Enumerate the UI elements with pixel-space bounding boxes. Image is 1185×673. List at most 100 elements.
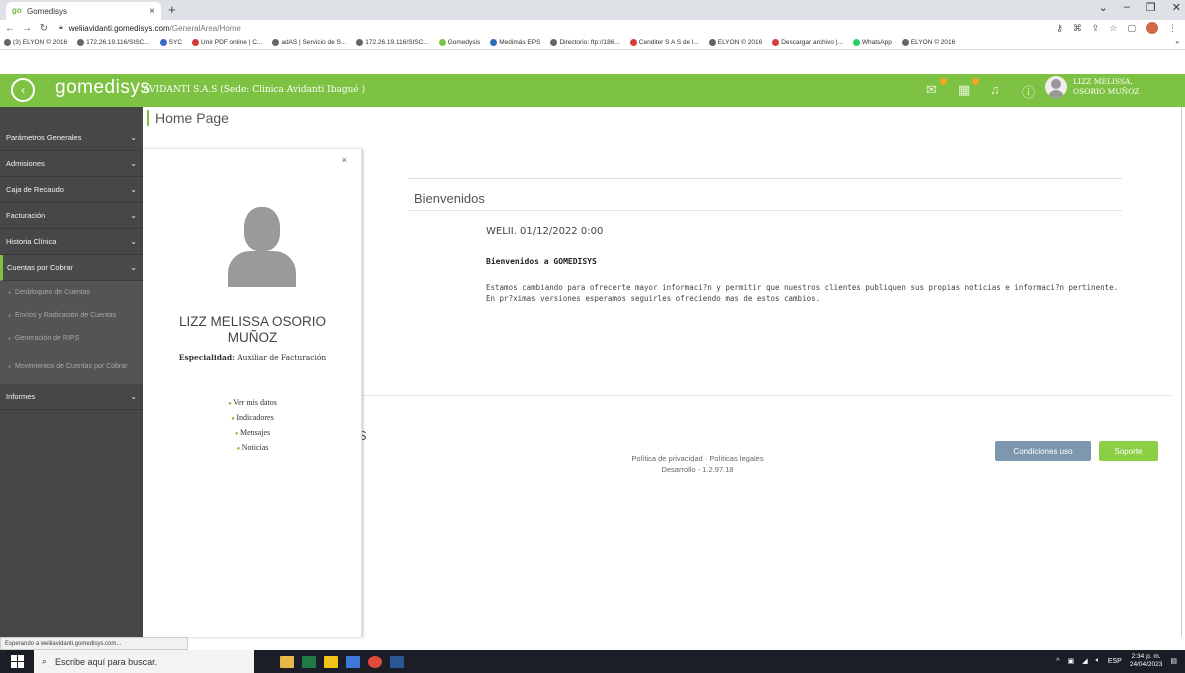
link-noticias[interactable]: ● Noticias [143,441,362,456]
link-mensajes[interactable]: ● Mensajes [143,426,362,441]
link-ver-mis-datos[interactable]: ● Ver mis datos [143,396,362,411]
bookmark-item[interactable]: WhatsApp [852,39,892,46]
browser-tab[interactable]: go Gomedisys × [6,2,161,20]
link-indicadores[interactable]: ● Indicadores [143,411,362,426]
sidebar-item-historia[interactable]: Historia Clínica ⌄ [0,229,143,255]
forward-arrow-icon[interactable]: → [20,23,34,34]
bookmark-item[interactable]: Directorio: ftp://186... [550,39,620,46]
window-controls: ⌄ – ❐ ✕ [1099,1,1181,14]
footer-links: Política de privacidad · Políticas legal… [560,453,835,475]
sidebar-item-parametros[interactable]: Parámetros Generales ⌄ [0,125,143,151]
sticky-notes-icon[interactable] [324,655,338,668]
page-title-wrap: Home Page [147,110,229,126]
policy-links[interactable]: Política de privacidad · Políticas legal… [560,453,835,464]
mail-icon[interactable]: ✉ [926,78,947,98]
file-explorer-icon[interactable] [280,655,294,668]
share-icon[interactable]: ⇪ [1092,23,1100,34]
excel-icon[interactable] [302,655,316,668]
key-icon[interactable]: ⚷ [1056,23,1063,34]
sidebar-item-caja[interactable]: Caja de Recaudo ⌄ [0,177,143,203]
sidebar-item-informes[interactable]: Informes ⌄ [0,384,143,410]
notifications-icon[interactable]: ▤ [1170,657,1177,665]
conditions-button[interactable]: Condiciones uso [995,441,1091,461]
support-button[interactable]: Soporte [1099,441,1158,461]
network-icon[interactable]: ▣ [1068,657,1075,665]
chrome-icon[interactable] [368,655,382,668]
windows-start-icon[interactable] [0,650,34,673]
word-icon[interactable] [390,655,404,668]
taskbar: ⌕ Escribe aquí para buscar. ^ ▣ ◢ 🔈︎ ESP… [0,650,1185,673]
help-icon[interactable]: ⓘ [1022,82,1040,100]
globe-icon [77,39,85,46]
translate-icon[interactable]: ⌘ [1073,23,1082,34]
profile-links: ● Ver mis datos ● Indicadores ● Mensajes… [143,396,362,456]
minimize-icon[interactable]: – [1124,1,1130,14]
divider [362,395,1172,396]
bookmark-item[interactable]: adAS | Servicio de S... [272,39,346,46]
scrollbar-edge [1181,107,1182,637]
back-circle-icon[interactable]: ‹ [11,78,35,102]
menu-kebab-icon[interactable]: ⋮ [1168,23,1177,34]
bookmark-item[interactable]: SYC [159,39,182,46]
bookmark-item[interactable]: Medimás EPS [490,39,540,46]
sidebar-subitem-envios[interactable]: ● Envíos y Radicación de Cuentas [0,304,143,327]
globe-icon [708,39,716,46]
back-arrow-icon[interactable]: ← [3,23,17,34]
bell-icon[interactable]: ♫ [990,82,1008,98]
volume-icon[interactable]: 🔈︎ [1096,657,1100,665]
divider [408,178,1122,179]
star-icon[interactable]: ☆ [1109,23,1117,34]
chevron-down-icon: ⌄ [130,159,137,168]
bookmark-item[interactable]: (3) ELYON © 2016 [4,39,67,46]
profile-avatar-icon[interactable] [1146,22,1158,34]
bookmark-item[interactable]: ELYON © 2016 [901,39,955,46]
sidebar-item-cuentas[interactable]: Cuentas por Cobrar ⌄ [0,255,143,281]
bookmark-item[interactable]: Descargar archivo |... [772,39,843,46]
page-title: Home Page [155,110,229,126]
bookmark-item[interactable]: Cenditer S A S de l... [629,39,699,46]
sidebar-item-admisiones[interactable]: Admisiones ⌄ [0,151,143,177]
wifi-icon[interactable]: ◢ [1082,657,1087,665]
url-field[interactable]: 🔒︎ weliiavidanti.gomedisys.com/GeneralAr… [59,24,241,33]
bookmark-item[interactable]: 172.26.19.116/SISC... [356,39,429,46]
bookmark-icon [438,39,446,46]
address-bar: ← → ↻ 🔒︎ weliiavidanti.gomedisys.com/Gen… [0,20,1185,36]
chevron-up-icon[interactable]: ^ [1056,658,1059,665]
user-menu[interactable]: LIZZ MELISSA, OSORIO MUÑOZ [1045,76,1140,98]
window-close-icon[interactable]: ✕ [1172,1,1181,14]
gomedisys-logo[interactable]: gomedisys [55,77,150,99]
bookmark-item[interactable]: Unir PDF online | C... [192,39,262,46]
bookmark-item[interactable]: 172.26.19.116/SISC... [77,39,150,46]
task-view-icon[interactable] [346,655,360,668]
whatsapp-icon [852,39,860,46]
new-tab-button[interactable]: + [168,2,176,17]
reload-icon[interactable]: ↻ [37,23,51,34]
globe-icon [272,39,280,46]
sidebar-subitem-desbloqueo[interactable]: ● Desbloqueo de Cuentas [0,281,143,304]
language-indicator[interactable]: ESP [1108,658,1122,665]
close-icon[interactable]: × [342,155,347,165]
sidebar-submenu: ● Desbloqueo de Cuentas ● Envíos y Radicac… [0,281,143,384]
search-placeholder: Escribe aquí para buscar. [55,656,158,667]
calendar-icon[interactable]: ▦ [958,78,979,98]
sidebar-subitem-rips[interactable]: ● Generación de RIPS [0,327,143,350]
browser-tab-bar: go Gomedisys × + ⌄ – ❐ ✕ [0,0,1185,20]
taskbar-search[interactable]: ⌕ Escribe aquí para buscar. [34,650,254,673]
bookmarks-overflow[interactable]: » [1175,39,1185,46]
chevron-down-icon: ⌄ [130,392,137,401]
sidebar-subitem-movimientos[interactable]: ● Movimientos de Cuentas por Cobrar [0,350,143,384]
bookmark-item[interactable]: Gomedysis [438,39,480,46]
maximize-icon[interactable]: ❐ [1146,1,1156,14]
bullet-icon: ● [8,312,12,319]
profile-specialty: Especialidad: Auxiliar de Facturación [178,353,327,362]
tab-close-icon[interactable]: × [149,6,155,17]
sidebar-item-facturacion[interactable]: Facturación ⌄ [0,203,143,229]
bullet-icon: ● [8,289,12,296]
chevron-down-icon: ⌄ [130,263,137,272]
clock[interactable]: 2:34 p. m. 24/04/2023 [1130,653,1163,669]
profile-name: LIZZ MELISSA OSORIO MUÑOZ [178,314,327,345]
sidepanel-icon[interactable]: ▢ [1127,23,1136,34]
bookmark-item[interactable]: ELYON © 2016 [708,39,762,46]
notification-badge [940,78,947,85]
tab-search-icon[interactable]: ⌄ [1099,1,1108,14]
